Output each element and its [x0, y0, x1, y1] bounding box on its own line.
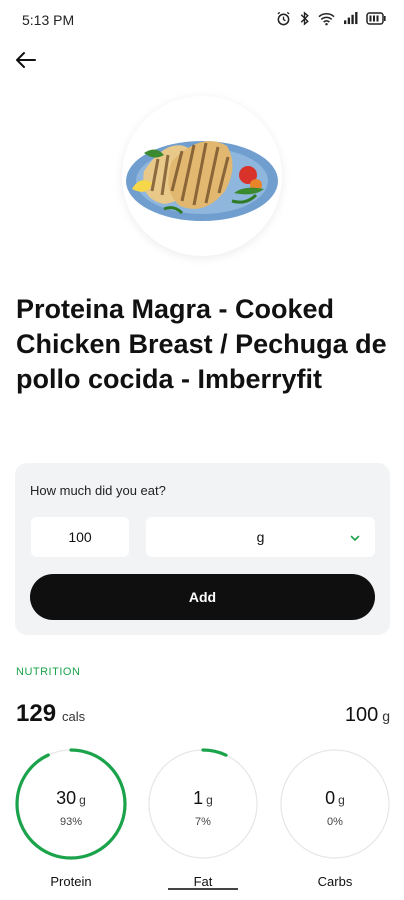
macro-amount-unit: g [206, 793, 213, 807]
macro-fat[interactable]: 1g 7% Fat [147, 748, 259, 889]
status-bar: 5:13 PM [0, 0, 404, 40]
status-icons [276, 11, 386, 26]
macro-protein[interactable]: 30 g 93% Protein [15, 748, 127, 889]
macro-amount-value: 0 [325, 788, 336, 808]
nutrition-heading: NUTRITION [16, 666, 81, 678]
macro-amount-value: 30 [56, 788, 77, 808]
chicken-breast-photo [124, 131, 280, 221]
bluetooth-icon [299, 11, 310, 26]
macro-ring: 30 g 93% [15, 748, 127, 860]
alarm-icon [276, 11, 291, 26]
calories-row: 129 cals 100 g [16, 700, 390, 730]
food-image [122, 96, 282, 256]
macro-amount-unit: g [79, 793, 86, 807]
macro-carbs[interactable]: 0g 0% Carbs [279, 748, 391, 889]
serving-total: 100 g [345, 704, 390, 727]
serving-amount: 100 [344, 704, 379, 726]
selected-tab-underline [168, 888, 238, 890]
chevron-down-icon [349, 531, 361, 547]
macro-name: Carbs [317, 874, 353, 889]
macro-name: Fat [193, 874, 213, 889]
wifi-icon [318, 12, 335, 26]
food-title: Proteina Magra - Cooked Chicken Breast /… [16, 294, 387, 394]
status-time: 5:13 PM [22, 12, 75, 28]
calories-value: 129 [16, 700, 57, 727]
quantity-input[interactable] [31, 517, 129, 557]
macro-amount: 30 g [15, 788, 127, 809]
macro-amount: 1g [147, 788, 259, 809]
battery-icon [366, 12, 386, 25]
portion-card: How much did you eat? g Add [15, 463, 390, 635]
arrow-left-icon [14, 48, 38, 77]
unit-select[interactable]: g [146, 517, 375, 557]
back-button[interactable] [12, 48, 40, 76]
macro-ring: 0g 0% [279, 748, 391, 860]
calories-unit: cals [62, 709, 86, 724]
unit-select-value: g [256, 529, 265, 545]
macro-amount-unit: g [338, 793, 345, 807]
macro-amount: 0g [279, 788, 391, 809]
macro-percent: 93% [59, 816, 83, 828]
macro-ring: 1g 7% [147, 748, 259, 860]
macro-percent: 7% [195, 816, 211, 828]
add-button[interactable]: Add [30, 574, 375, 620]
macro-name: Protein [50, 874, 92, 889]
signal-icon [343, 12, 358, 25]
serving-unit: g [382, 708, 390, 724]
portion-question: How much did you eat? [30, 483, 166, 498]
macro-percent: 0% [327, 816, 343, 828]
macro-amount-value: 1 [193, 788, 204, 808]
